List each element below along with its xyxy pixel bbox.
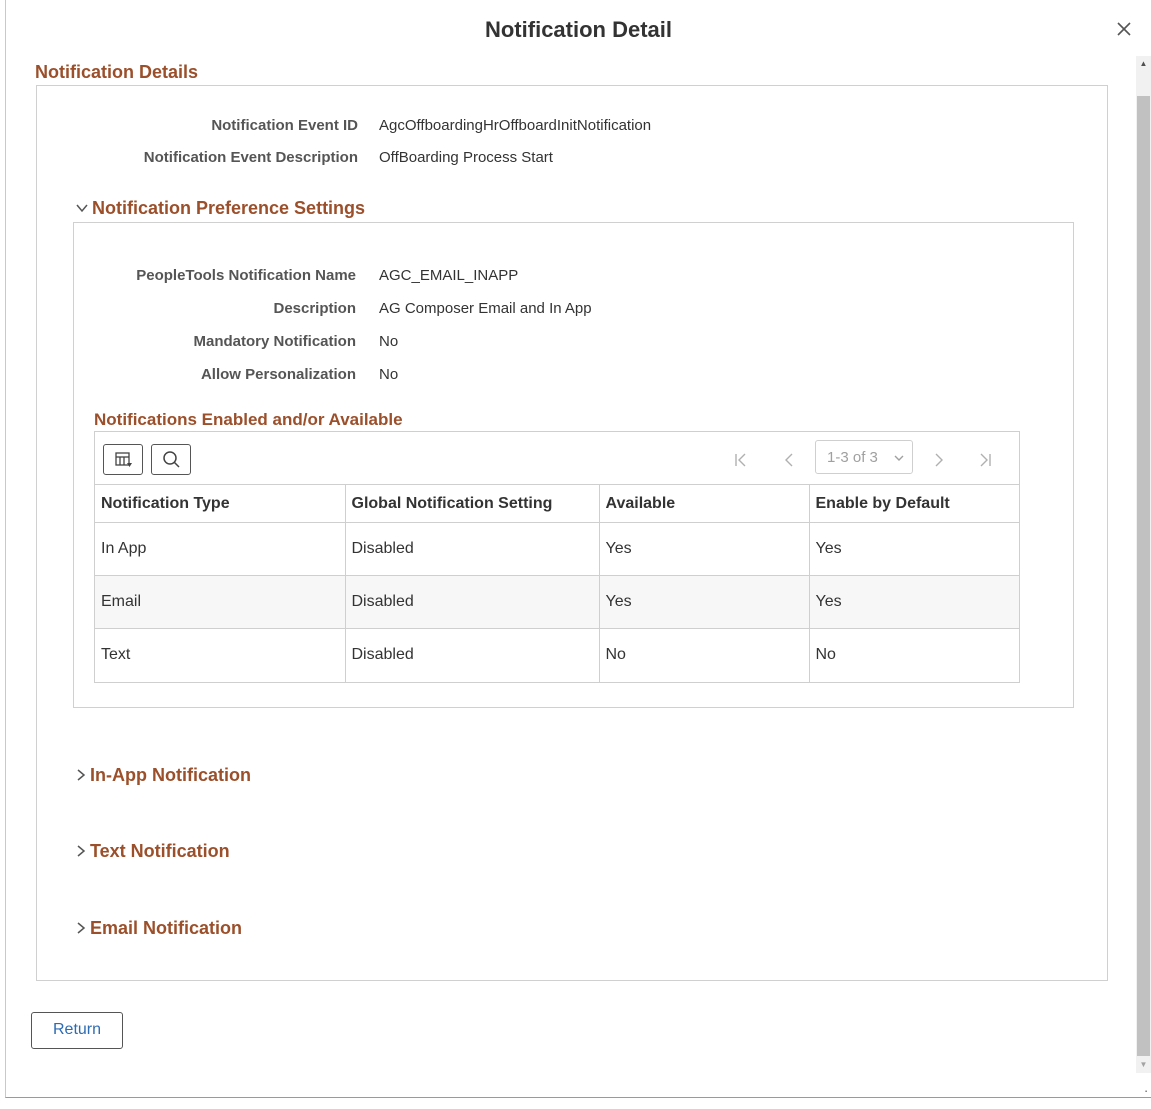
column-header[interactable]: Notification Type xyxy=(95,484,346,523)
chevron-right-icon xyxy=(935,453,943,467)
preference-settings-heading: Notification Preference Settings xyxy=(92,198,366,218)
column-header[interactable]: Available xyxy=(599,484,810,523)
notifications-table: Notification Type Global Notification Se… xyxy=(95,484,1019,682)
previous-page-button[interactable] xyxy=(779,444,799,476)
search-icon xyxy=(163,451,180,468)
grid-settings-icon xyxy=(115,452,132,467)
table-row: In App Disabled Yes Yes xyxy=(95,522,1019,576)
chevron-right-icon xyxy=(76,841,86,862)
pt-notification-name-label: PeopleTools Notification Name xyxy=(136,267,356,284)
mandatory-label: Mandatory Notification xyxy=(193,333,356,350)
chevron-left-icon xyxy=(785,453,793,467)
in-app-notification-toggle[interactable]: In-App Notification xyxy=(76,765,251,786)
table-cell: No xyxy=(809,628,1019,682)
table-cell: Disabled xyxy=(345,522,600,576)
notifications-grid: 1-3 of 3 Notification Type Global Notifi… xyxy=(94,431,1020,683)
dialog-title: Notification Detail xyxy=(484,17,672,42)
grid-title: Notifications Enabled and/or Available xyxy=(94,410,403,429)
first-page-icon xyxy=(735,453,746,467)
table-cell: Disabled xyxy=(345,575,600,629)
text-notification-toggle[interactable]: Text Notification xyxy=(76,841,230,862)
last-page-icon xyxy=(980,453,991,467)
table-cell: Yes xyxy=(809,522,1019,576)
search-grid-button[interactable] xyxy=(151,444,191,475)
description-label: Description xyxy=(273,300,356,317)
mandatory-value: No xyxy=(379,333,399,350)
chevron-right-icon xyxy=(76,765,86,786)
chevron-down-icon xyxy=(76,198,88,219)
scrollbar-thumb[interactable] xyxy=(1137,96,1150,1056)
mandatory-row: Mandatory Notification xyxy=(73,333,356,353)
next-page-button[interactable] xyxy=(929,444,949,476)
chevron-down-icon xyxy=(894,455,904,461)
description-value: AG Composer Email and In App xyxy=(379,300,592,317)
event-id-value: AgcOffboardingHrOffboardInitNotification xyxy=(379,117,652,134)
table-cell: Disabled xyxy=(345,628,600,682)
column-header[interactable]: Enable by Default xyxy=(809,484,1019,523)
table-cell: No xyxy=(599,628,810,682)
description-row: Description xyxy=(73,300,356,320)
first-page-button[interactable] xyxy=(731,444,751,476)
table-cell: Text xyxy=(95,628,346,682)
vertical-scrollbar[interactable]: ▲ ▼ xyxy=(1136,56,1151,1073)
table-cell: Yes xyxy=(599,575,810,629)
table-cell: Email xyxy=(95,575,346,629)
email-notification-toggle[interactable]: Email Notification xyxy=(76,918,242,939)
email-notification-heading: Email Notification xyxy=(90,918,243,938)
resize-grip-icon[interactable]: ⠠ xyxy=(1141,1086,1149,1096)
event-desc-row: Notification Event Description xyxy=(36,149,358,169)
close-icon xyxy=(1117,22,1131,36)
page-range-text: 1-3 of 3 xyxy=(827,449,878,466)
personalize-grid-button[interactable] xyxy=(103,444,143,475)
dialog-titlebar: Notification Detail xyxy=(6,0,1151,60)
table-cell: Yes xyxy=(809,575,1019,629)
page-range-select[interactable]: 1-3 of 3 xyxy=(815,440,913,474)
personalization-value: No xyxy=(379,366,399,383)
pt-notification-name-row: PeopleTools Notification Name xyxy=(73,267,356,287)
pt-notification-name-value: AGC_EMAIL_INAPP xyxy=(379,267,519,284)
event-id-row: Notification Event ID xyxy=(36,117,358,137)
personalization-row: Allow Personalization xyxy=(73,366,356,386)
event-desc-label: Notification Event Description xyxy=(143,149,358,166)
table-header-row: Notification Type Global Notification Se… xyxy=(95,484,1019,523)
preference-settings-toggle[interactable]: Notification Preference Settings xyxy=(76,198,365,219)
table-row: Text Disabled No No xyxy=(95,628,1019,682)
text-notification-heading: Text Notification xyxy=(90,841,230,861)
scroll-up-arrow-icon[interactable]: ▲ xyxy=(1136,56,1151,72)
personalization-label: Allow Personalization xyxy=(200,366,356,383)
table-row: Email Disabled Yes Yes xyxy=(95,575,1019,629)
in-app-notification-heading: In-App Notification xyxy=(90,765,251,785)
table-cell: Yes xyxy=(599,522,810,576)
return-button[interactable]: Return xyxy=(31,1012,123,1049)
column-header[interactable]: Global Notification Setting xyxy=(345,484,600,523)
close-button[interactable] xyxy=(1113,18,1135,40)
chevron-right-icon xyxy=(76,918,86,939)
notification-details-heading: Notification Details xyxy=(35,62,199,82)
event-id-label: Notification Event ID xyxy=(211,117,358,134)
event-desc-value: OffBoarding Process Start xyxy=(379,149,553,166)
scroll-down-arrow-icon[interactable]: ▼ xyxy=(1136,1057,1151,1073)
last-page-button[interactable] xyxy=(975,444,995,476)
table-cell: In App xyxy=(95,522,346,576)
